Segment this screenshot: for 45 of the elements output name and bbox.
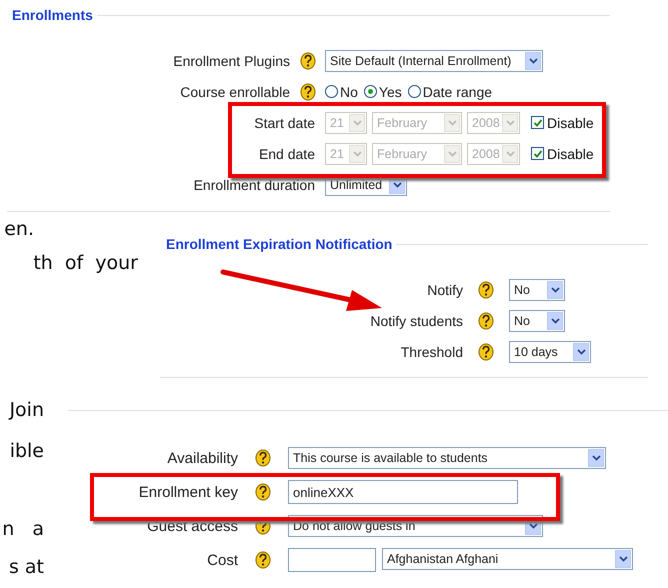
checkbox[interactable] [531,147,544,160]
disable-checkbox[interactable]: Disable [531,114,594,130]
help-icon[interactable] [255,551,271,569]
field-label: Notify [427,282,463,298]
help-icon[interactable] [300,82,316,100]
help-icon[interactable] [300,52,316,70]
checkbox[interactable] [531,116,544,129]
dropdown[interactable]: Afghanistan Afghani [382,548,633,570]
help-icon[interactable] [255,483,271,501]
field-label: Availability [167,450,238,466]
document-text: s at [8,556,44,578]
field-label: Start date [254,114,315,130]
field-label: Cost [207,552,238,568]
document-text: n a [1,518,44,540]
input-field[interactable] [288,548,376,572]
field-label: End date [258,146,315,162]
document-text: th of your [32,252,138,274]
dropdown[interactable]: Site Default (Internal Enrollment) [325,50,543,72]
field-label: Threshold [400,344,463,360]
help-icon[interactable] [478,312,494,330]
section-heading: Enrollment Expiration Notification [166,236,392,252]
field-label: Enrollment duration [194,176,315,192]
radio-option[interactable]: Date range [408,84,492,100]
help-icon[interactable] [478,280,494,298]
input-field[interactable]: onlineXXX [288,480,518,504]
field-label: Course enrollable [180,84,290,100]
document-text: ible [8,440,44,462]
field-label: Enrollment Plugins [173,52,290,68]
radio-button[interactable] [364,85,377,98]
radio-button[interactable] [408,85,421,98]
dropdown[interactable]: This course is available to students [288,447,606,469]
help-icon[interactable] [255,449,271,467]
dropdown[interactable]: 10 days [509,340,591,362]
field-label: Notify students [370,312,463,328]
field-label: Enrollment key [138,484,238,500]
dropdown[interactable]: No [509,310,565,332]
help-icon[interactable] [478,342,494,360]
dropdown[interactable]: No [509,278,565,300]
radio-option[interactable]: No [325,84,358,100]
radio-option[interactable]: Yes [364,84,402,100]
radio-button[interactable] [325,85,338,98]
section-heading: Enrollments [12,7,93,23]
disable-checkbox[interactable]: Disable [531,146,594,162]
document-text: en. [3,218,34,240]
document-text: Join [8,399,44,421]
